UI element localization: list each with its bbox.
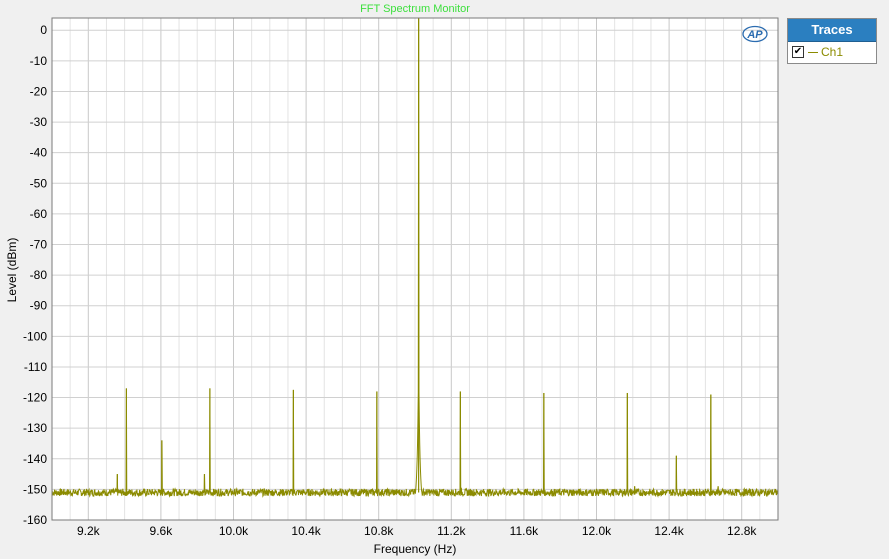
- x-tick-label: 9.2k: [77, 524, 101, 538]
- y-tick-label: -60: [30, 207, 48, 221]
- y-tick-label: -150: [23, 482, 47, 496]
- y-tick-label: -30: [30, 115, 48, 129]
- x-tick-label: 10.4k: [291, 524, 321, 538]
- x-tick-label: 11.2k: [437, 524, 466, 538]
- y-tick-label: -110: [24, 360, 47, 374]
- x-axis-label: Frequency (Hz): [374, 542, 457, 556]
- y-tick-label: -80: [30, 268, 48, 282]
- y-tick-label: -90: [30, 299, 48, 313]
- trace-visibility-checkbox[interactable]: ✔: [792, 46, 804, 58]
- y-tick-label: -50: [30, 176, 48, 190]
- svg-text:AP: AP: [746, 29, 763, 41]
- y-tick-label: -140: [23, 452, 47, 466]
- x-tick-label: 12.4k: [654, 524, 684, 538]
- x-tick-label: 9.6k: [150, 524, 174, 538]
- legend-item-ch1[interactable]: ✔ Ch1: [788, 42, 876, 62]
- y-tick-label: -100: [23, 329, 47, 343]
- x-tick-label: 12.0k: [582, 524, 612, 538]
- traces-legend-header: Traces: [788, 19, 876, 42]
- chart-title: FFT Spectrum Monitor: [360, 3, 470, 15]
- y-axis-ticks: 0 -10 -20 -30 -40 -50 -60 -70 -80 -90 -100 -110 -120…: [23, 23, 47, 527]
- spectrum-chart: 0 -10 -20 -30 -40 -50 -60 -70 -80 -90 -100 -110 -120…: [5, 17, 779, 556]
- legend-item-label: Ch1: [821, 45, 844, 59]
- y-tick-label: 0: [40, 23, 47, 37]
- ap-logo-icon: AP: [742, 25, 768, 43]
- x-tick-label: 10.8k: [364, 524, 394, 538]
- trace-color-swatch: [808, 51, 818, 53]
- traces-legend: Traces ✔ Ch1: [787, 18, 877, 64]
- y-tick-label: -10: [30, 54, 48, 68]
- x-tick-label: 11.6k: [510, 524, 539, 538]
- y-tick-label: -70: [30, 238, 48, 252]
- y-axis-label: Level (dBm): [5, 238, 19, 303]
- grid-lines: [51, 18, 779, 521]
- x-axis-ticks: 9.2k 9.6k 10.0k 10.4k 10.8k 11.2k 11.6k 12.0k 12…: [77, 524, 757, 538]
- y-tick-label: -20: [30, 84, 48, 98]
- y-tick-label: -120: [23, 391, 47, 405]
- y-tick-label: -40: [30, 146, 48, 160]
- y-tick-label: -130: [23, 421, 47, 435]
- x-tick-label: 12.8k: [727, 524, 757, 538]
- y-tick-label: -160: [23, 513, 47, 527]
- x-tick-label: 10.0k: [219, 524, 249, 538]
